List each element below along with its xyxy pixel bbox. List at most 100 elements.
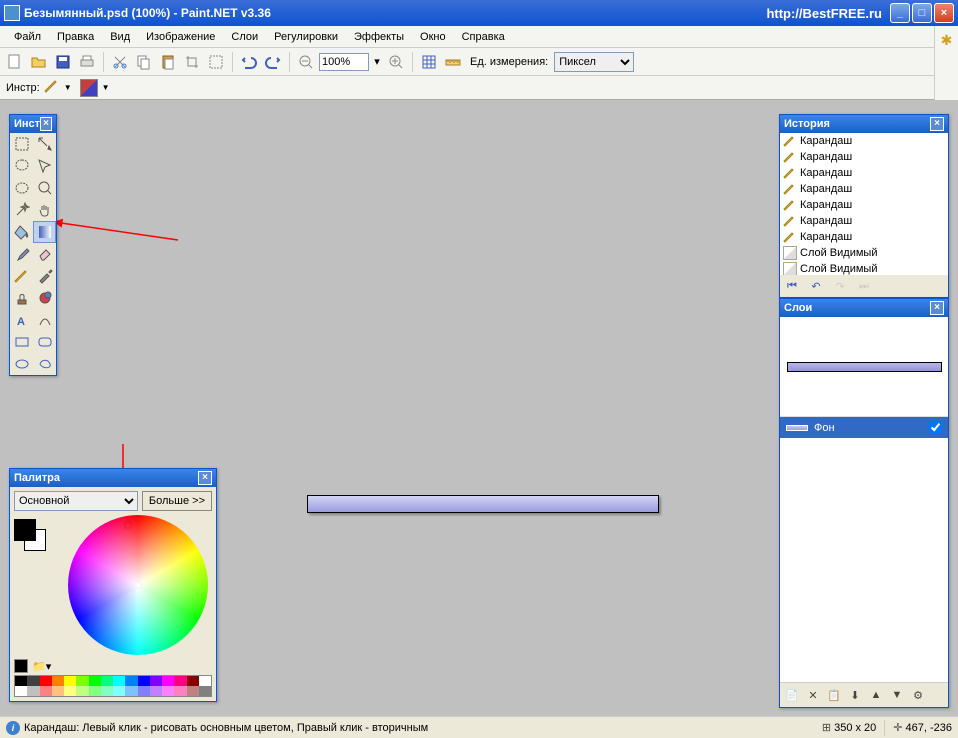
paste-button[interactable] — [157, 51, 179, 73]
tools-panel-close[interactable]: × — [40, 117, 52, 131]
history-panel-title[interactable]: История × — [780, 115, 948, 133]
history-item[interactable]: Карандаш — [780, 149, 948, 165]
color-picker-tool[interactable] — [33, 265, 56, 287]
history-undo-button[interactable]: ↶ — [807, 278, 825, 294]
layer-properties-button[interactable]: ⚙ — [909, 686, 927, 704]
rounded-rect-tool[interactable] — [33, 331, 56, 353]
palette-more-button[interactable]: Больше >> — [142, 491, 212, 511]
menu-window[interactable]: Окно — [412, 29, 454, 45]
history-item[interactable]: Карандаш — [780, 181, 948, 197]
current-tool-button[interactable] — [44, 78, 60, 97]
zoom-dropdown[interactable]: ▾ — [371, 51, 383, 73]
history-list[interactable]: Карандаш Карандаш Карандаш Карандаш Кара… — [780, 133, 948, 275]
menu-edit[interactable]: Правка — [49, 29, 102, 45]
rect-select-tool[interactable] — [10, 133, 33, 155]
move-tool[interactable] — [33, 155, 56, 177]
foreground-color[interactable] — [14, 519, 36, 541]
cut-button[interactable] — [109, 51, 131, 73]
move-selection-tool[interactable] — [33, 133, 56, 155]
eraser-tool[interactable] — [33, 243, 56, 265]
menu-adjustments[interactable]: Регулировки — [266, 29, 346, 45]
lasso-tool[interactable] — [10, 155, 33, 177]
palette-options-button[interactable]: 📁▾ — [32, 660, 51, 673]
palette-panel-title[interactable]: Палитра × — [10, 469, 216, 487]
crop-button[interactable] — [181, 51, 203, 73]
tools-panel-title[interactable]: Инст × — [10, 115, 56, 133]
layers-panel-title[interactable]: Слои × — [780, 299, 948, 317]
zoom-out-button[interactable] — [295, 51, 317, 73]
mini-swatch[interactable] — [14, 659, 28, 673]
close-button[interactable]: × — [934, 3, 954, 23]
redo-button[interactable] — [262, 51, 284, 73]
merge-layer-button[interactable]: ⬇ — [846, 686, 864, 704]
history-item[interactable]: Карандаш — [780, 165, 948, 181]
history-panel-close[interactable]: × — [930, 117, 944, 131]
layer-visible-checkbox[interactable] — [929, 421, 942, 434]
menu-help[interactable]: Справка — [454, 29, 513, 45]
move-layer-down-button[interactable]: ▼ — [888, 686, 906, 704]
delete-layer-button[interactable]: ✕ — [804, 686, 822, 704]
history-item[interactable]: Карандаш — [780, 213, 948, 229]
menu-file[interactable]: Файл — [6, 29, 49, 45]
menu-layers[interactable]: Слои — [223, 29, 266, 45]
print-button[interactable] — [76, 51, 98, 73]
menu-image[interactable]: Изображение — [138, 29, 223, 45]
units-select[interactable]: Пиксел — [554, 52, 634, 72]
history-item[interactable]: Слой Видимый — [780, 261, 948, 275]
history-forward-button[interactable]: ⏭ — [855, 278, 873, 294]
layers-panel-close[interactable]: × — [930, 301, 944, 315]
freeform-tool[interactable] — [33, 353, 56, 375]
copy-button[interactable] — [133, 51, 155, 73]
history-item[interactable]: Слой Видимый — [780, 245, 948, 261]
tool-dropdown-icon[interactable]: ▼ — [64, 83, 72, 92]
paintbrush-tool[interactable] — [10, 243, 33, 265]
layers-list[interactable]: Фон — [780, 317, 948, 682]
duplicate-layer-button[interactable]: 📋 — [825, 686, 843, 704]
palette-panel-close[interactable]: × — [198, 471, 212, 485]
maximize-button[interactable]: □ — [912, 3, 932, 23]
star-icon[interactable]: ✱ — [935, 26, 958, 49]
swatch-dropdown-icon[interactable]: ▼ — [102, 83, 110, 92]
history-rewind-button[interactable]: ⏮ — [783, 278, 801, 294]
history-item[interactable]: Карандаш — [780, 133, 948, 149]
menu-effects[interactable]: Эффекты — [346, 29, 412, 45]
move-layer-up-button[interactable]: ▲ — [867, 686, 885, 704]
gradient-tool[interactable] — [33, 221, 56, 243]
text-tool[interactable]: A — [10, 309, 33, 331]
magic-wand-tool[interactable] — [10, 199, 33, 221]
color-swatch-button[interactable] — [80, 79, 98, 97]
save-button[interactable] — [52, 51, 74, 73]
canvas-content[interactable] — [307, 495, 659, 513]
line-tool[interactable] — [33, 309, 56, 331]
history-item[interactable]: Карандаш — [780, 197, 948, 213]
open-button[interactable] — [28, 51, 50, 73]
layer-row[interactable]: Фон — [780, 417, 948, 438]
deselect-button[interactable] — [205, 51, 227, 73]
undo-button[interactable] — [238, 51, 260, 73]
menu-view[interactable]: Вид — [102, 29, 138, 45]
pencil-tool[interactable] — [10, 265, 33, 287]
layer-thumbnail[interactable] — [780, 317, 948, 417]
zoom-in-button[interactable] — [385, 51, 407, 73]
pan-tool[interactable] — [33, 199, 56, 221]
history-item[interactable]: Карандаш — [780, 229, 948, 245]
clone-stamp-tool[interactable] — [10, 287, 33, 309]
grid-button[interactable] — [418, 51, 440, 73]
zoom-tool[interactable] — [33, 177, 56, 199]
zoom-input[interactable] — [319, 53, 369, 71]
add-layer-button[interactable]: 📄 — [783, 686, 801, 704]
history-redo-button[interactable]: ↷ — [831, 278, 849, 294]
rectangle-tool[interactable] — [10, 331, 33, 353]
new-button[interactable] — [4, 51, 26, 73]
recolor-tool[interactable] — [33, 287, 56, 309]
ellipse-tool[interactable] — [10, 353, 33, 375]
color-swatches[interactable] — [14, 519, 50, 555]
minimize-button[interactable]: _ — [890, 3, 910, 23]
palette-swatches-strip[interactable] — [14, 675, 212, 697]
ellipse-select-tool[interactable] — [10, 177, 33, 199]
color-wheel[interactable] — [68, 515, 208, 655]
auxiliary-sidebar: ✱ — [934, 26, 958, 100]
ruler-button[interactable] — [442, 51, 464, 73]
paint-bucket-tool[interactable] — [10, 221, 33, 243]
palette-mode-select[interactable]: Основной — [14, 491, 138, 511]
